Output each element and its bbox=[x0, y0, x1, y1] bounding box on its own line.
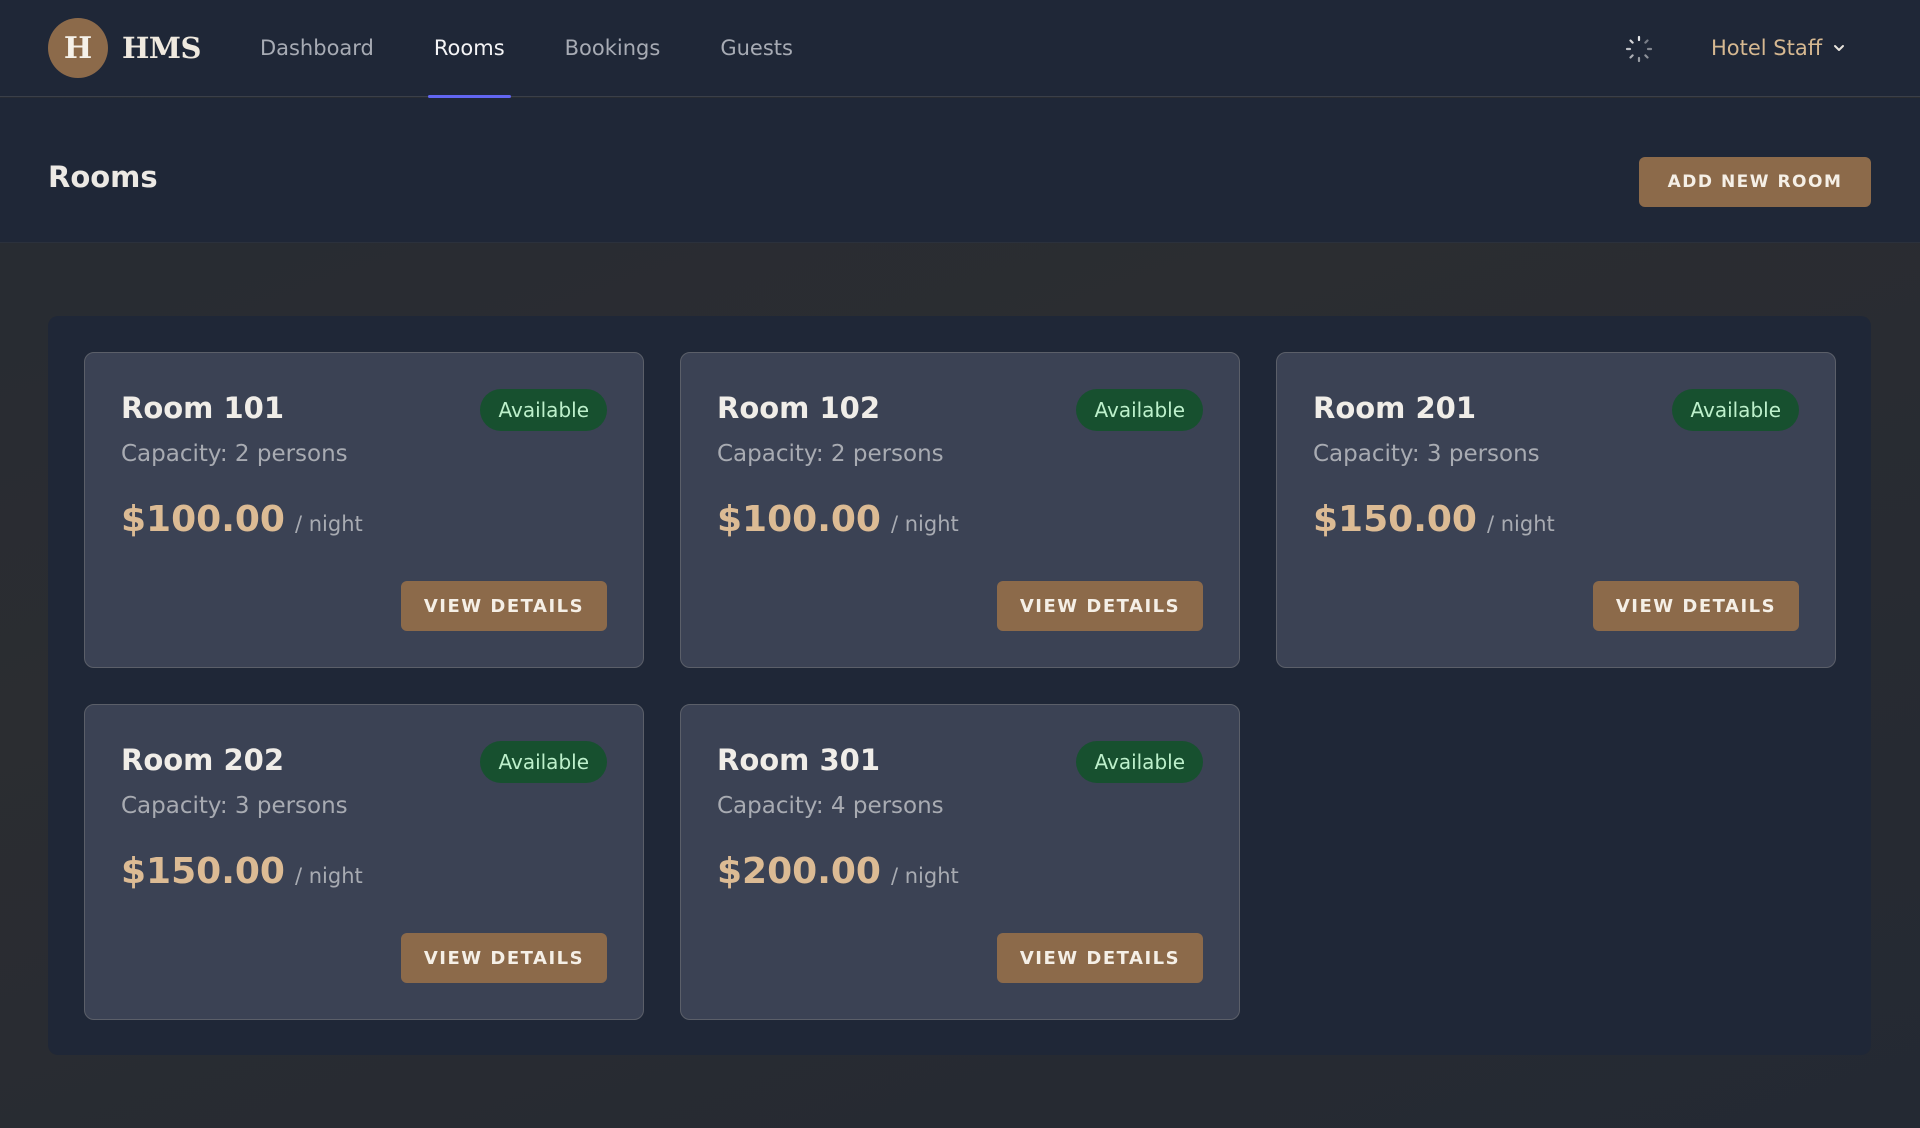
room-capacity: Capacity: 4 persons bbox=[717, 793, 944, 819]
room-name: Room 301 bbox=[717, 743, 881, 777]
room-price-row: $100.00 / night bbox=[717, 499, 959, 540]
view-details-button[interactable]: VIEW DETAILS bbox=[1593, 581, 1799, 631]
user-menu[interactable]: Hotel Staff bbox=[1711, 30, 1846, 66]
main-nav: Dashboard Rooms Bookings Guests bbox=[254, 0, 847, 98]
room-card: Room 301 Available Capacity: 4 persons $… bbox=[680, 704, 1240, 1020]
room-price: $100.00 bbox=[121, 499, 285, 540]
spinner-icon bbox=[1625, 35, 1653, 63]
room-price: $150.00 bbox=[1313, 499, 1477, 540]
room-name: Room 102 bbox=[717, 391, 881, 425]
price-unit: / night bbox=[1486, 512, 1555, 536]
price-unit: / night bbox=[890, 512, 959, 536]
price-unit: / night bbox=[294, 512, 363, 536]
room-name: Room 201 bbox=[1313, 391, 1477, 425]
room-price-row: $150.00 / night bbox=[121, 851, 363, 892]
status-badge: Available bbox=[1672, 389, 1799, 431]
room-capacity: Capacity: 2 persons bbox=[717, 441, 944, 467]
nav-item-rooms[interactable]: Rooms bbox=[427, 0, 511, 98]
room-price-row: $100.00 / night bbox=[121, 499, 363, 540]
nav-item-dashboard[interactable]: Dashboard bbox=[254, 0, 380, 97]
view-details-button[interactable]: VIEW DETAILS bbox=[997, 933, 1203, 983]
status-badge: Available bbox=[1076, 389, 1203, 431]
page-header: Rooms ADD NEW ROOM bbox=[0, 98, 1920, 243]
add-new-room-button[interactable]: ADD NEW ROOM bbox=[1639, 157, 1871, 207]
nav-item-guests[interactable]: Guests bbox=[714, 0, 799, 97]
status-badge: Available bbox=[480, 741, 607, 783]
chevron-down-icon bbox=[1834, 45, 1845, 51]
room-capacity: Capacity: 3 persons bbox=[121, 793, 348, 819]
room-price-row: $150.00 / night bbox=[1313, 499, 1555, 540]
logo-letter: H bbox=[63, 30, 93, 66]
nav-item-bookings[interactable]: Bookings bbox=[559, 0, 667, 97]
room-capacity: Capacity: 3 persons bbox=[1313, 441, 1540, 467]
top-navbar: H HMS Dashboard Rooms Bookings Guests Ho… bbox=[0, 0, 1920, 98]
room-price: $150.00 bbox=[121, 851, 285, 892]
page-title: Rooms bbox=[48, 160, 158, 194]
room-price: $100.00 bbox=[717, 499, 881, 540]
room-price: $200.00 bbox=[717, 851, 881, 892]
room-capacity: Capacity: 2 persons bbox=[121, 441, 348, 467]
app-name[interactable]: HMS bbox=[122, 31, 201, 65]
view-details-button[interactable]: VIEW DETAILS bbox=[401, 933, 607, 983]
status-badge: Available bbox=[1076, 741, 1203, 783]
room-name: Room 101 bbox=[121, 391, 285, 425]
room-card: Room 202 Available Capacity: 3 persons $… bbox=[84, 704, 644, 1020]
logo-badge[interactable]: H bbox=[48, 18, 108, 78]
room-card: Room 102 Available Capacity: 2 persons $… bbox=[680, 352, 1240, 668]
room-price-row: $200.00 / night bbox=[717, 851, 959, 892]
room-name: Room 202 bbox=[121, 743, 285, 777]
price-unit: / night bbox=[890, 864, 959, 888]
room-card: Room 201 Available Capacity: 3 persons $… bbox=[1276, 352, 1836, 668]
view-details-button[interactable]: VIEW DETAILS bbox=[997, 581, 1203, 631]
room-card: Room 101 Available Capacity: 2 persons $… bbox=[84, 352, 644, 668]
status-badge: Available bbox=[480, 389, 607, 431]
price-unit: / night bbox=[294, 864, 363, 888]
view-details-button[interactable]: VIEW DETAILS bbox=[401, 581, 607, 631]
rooms-grid: Room 101 Available Capacity: 2 persons $… bbox=[48, 316, 1871, 1055]
user-menu-label: Hotel Staff bbox=[1711, 36, 1823, 60]
